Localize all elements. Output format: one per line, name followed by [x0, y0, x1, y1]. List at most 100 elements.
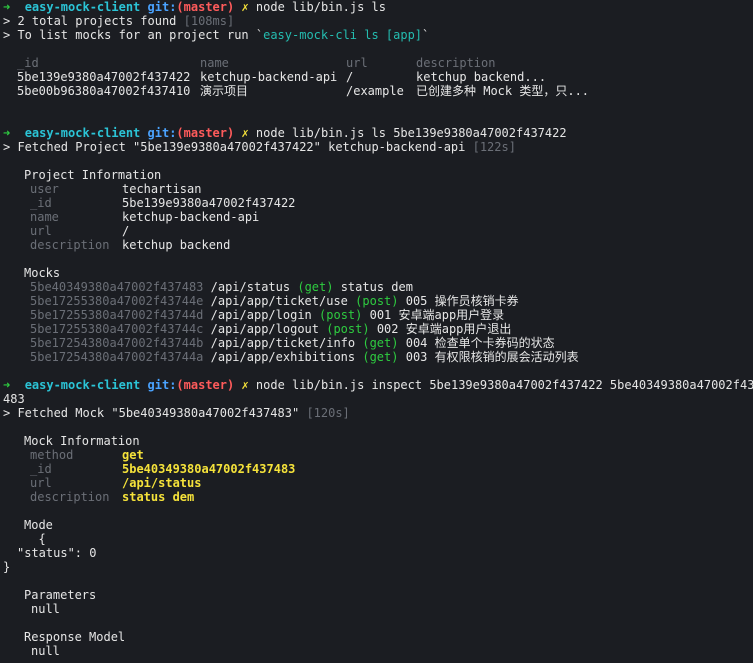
mock-description: 005 操作员核销卡券 [405, 294, 519, 308]
project-url: /example [346, 84, 404, 98]
list-item: 5be17254380a47002f43744a /api/app/exhibi… [30, 350, 579, 364]
list-item: 5be40349380a47002f437483 /api/status (ge… [30, 280, 413, 294]
info-value: techartisan [122, 182, 202, 196]
info-row: method get [30, 448, 144, 462]
mock-id: 5be17254380a47002f43744a [30, 350, 204, 364]
project-description: ketchup backend... [416, 70, 547, 84]
info-value: ketchup-backend-api [122, 210, 260, 224]
code-line: "status": 0 [17, 546, 97, 560]
mock-url: /api/app/ticket/info [210, 336, 356, 350]
mock-id: 5be40349380a47002f437483 [30, 280, 204, 294]
mock-url: /api/app/login [210, 308, 312, 322]
mock-method: (get) [297, 280, 334, 294]
response-value: null [31, 644, 60, 658]
mock-id: 5be17255380a47002f43744c [30, 322, 204, 336]
command-text: node lib/bin.js inspect 5be139e9380a4700… [255, 378, 753, 392]
col-header-name: name [200, 56, 229, 70]
prompt-line: ➜ easy-mock-client git:(master) ✗ node l… [3, 0, 386, 14]
prompt-dir: easy-mock-client [24, 0, 141, 14]
info-key: description [30, 490, 110, 504]
ls-summary: > 2 total projects found [3, 14, 184, 28]
mock-description: status dem [340, 280, 413, 294]
project-url: / [346, 70, 354, 84]
mock-method: (post) [326, 322, 370, 336]
project-id: 5be00b96380a47002f437410 [17, 84, 191, 98]
project-id: 5be139e9380a47002f437422 [17, 70, 191, 84]
code-line: { [24, 532, 46, 546]
command-text: node lib/bin.js ls 5be139e9380a47002f437… [255, 126, 567, 140]
info-value: /api/status [122, 476, 202, 490]
fetch-project-text: > Fetched Project "5be139e9380a47002f437… [3, 140, 473, 154]
prompt-arrow-icon: ➜ [3, 378, 11, 392]
output-line: > 2 total projects found [108ms] [3, 14, 234, 28]
info-value: status dem [122, 490, 195, 504]
fetch-mock-time: [120s] [306, 406, 350, 420]
output-line: > To list mocks for an project run `easy… [3, 28, 429, 42]
info-row: name ketchup-backend-api [30, 210, 259, 224]
col-header-id: _id [17, 56, 39, 70]
info-key: name [30, 210, 59, 224]
mock-id: 5be17255380a47002f43744e [30, 294, 204, 308]
list-item: 5be17255380a47002f43744c /api/app/logout… [30, 322, 511, 336]
prompt-dirty-icon: ✗ [241, 378, 249, 392]
prompt-git: git: [147, 0, 177, 14]
prompt-arrow-icon: ➜ [3, 0, 11, 14]
mock-method: (post) [319, 308, 363, 322]
ls-hint-text: ` [422, 28, 430, 42]
ls-hint-text: > To list mocks for an project run ` [3, 28, 264, 42]
mock-description: 001 安卓端app用户登录 [369, 308, 505, 322]
output-line: > Fetched Mock "5be40349380a47002f437483… [3, 406, 350, 420]
prompt-dirty-icon: ✗ [241, 0, 249, 14]
section-title: Project Information [24, 168, 162, 182]
col-header-description: description [416, 56, 496, 70]
info-value: 5be40349380a47002f437483 [122, 462, 296, 476]
prompt-git: git: [147, 126, 177, 140]
prompt-dir: easy-mock-client [24, 126, 141, 140]
section-title: Parameters [24, 588, 97, 602]
fetch-mock-text: > Fetched Mock "5be40349380a47002f437483… [3, 406, 307, 420]
section-title: Mode [24, 518, 53, 532]
list-item: 5be17255380a47002f43744d /api/app/login … [30, 308, 504, 322]
info-row: _id 5be139e9380a47002f437422 [30, 196, 295, 210]
info-row: _id 5be40349380a47002f437483 [30, 462, 295, 476]
prompt-branch: (master) [176, 378, 235, 392]
command-wrap: 483 [3, 392, 25, 406]
info-row: description ketchup backend [30, 238, 230, 252]
info-value: get [122, 448, 144, 462]
mock-id: 5be17255380a47002f43744d [30, 308, 204, 322]
info-row: user techartisan [30, 182, 201, 196]
info-row: url / [30, 224, 129, 238]
prompt-branch: (master) [176, 0, 235, 14]
mock-url: /api/app/ticket/use [210, 294, 348, 308]
mock-id: 5be17254380a47002f43744b [30, 336, 204, 350]
mock-method: (get) [362, 350, 399, 364]
fetch-project-time: [122s] [472, 140, 516, 154]
terminal-window[interactable]: ➜ easy-mock-client git:(master) ✗ node l… [0, 0, 753, 663]
info-row: description status dem [30, 490, 194, 504]
info-key: user [30, 182, 59, 196]
section-title: Mock Information [24, 434, 140, 448]
mock-method: (post) [355, 294, 399, 308]
prompt-git: git: [147, 378, 177, 392]
mock-description: 003 有权限核销的展会活动列表 [405, 350, 579, 364]
col-header-url: url [346, 56, 368, 70]
mock-description: 004 检查单个卡券码的状态 [405, 336, 555, 350]
info-key: _id [30, 462, 52, 476]
list-item: 5be17255380a47002f43744e /api/app/ticket… [30, 294, 519, 308]
info-value: ketchup backend [122, 238, 231, 252]
prompt-line: ➜ easy-mock-client git:(master) ✗ node l… [3, 378, 753, 392]
project-description: 已创建多种 Mock 类型，只... [416, 84, 590, 98]
mock-method: (get) [362, 336, 399, 350]
prompt-dir: easy-mock-client [24, 378, 141, 392]
prompt-arrow-icon: ➜ [3, 126, 11, 140]
project-name: ketchup-backend-api [200, 70, 338, 84]
ls-time: [108ms] [183, 14, 235, 28]
output-line: > Fetched Project "5be139e9380a47002f437… [3, 140, 516, 154]
code-line: } [3, 560, 11, 574]
section-title: Response Model [24, 630, 126, 644]
info-key: method [30, 448, 74, 462]
info-key: _id [30, 196, 52, 210]
mock-url: /api/app/logout [210, 322, 319, 336]
mock-description: 002 安卓端app用户退出 [376, 322, 512, 336]
info-value: / [122, 224, 130, 238]
